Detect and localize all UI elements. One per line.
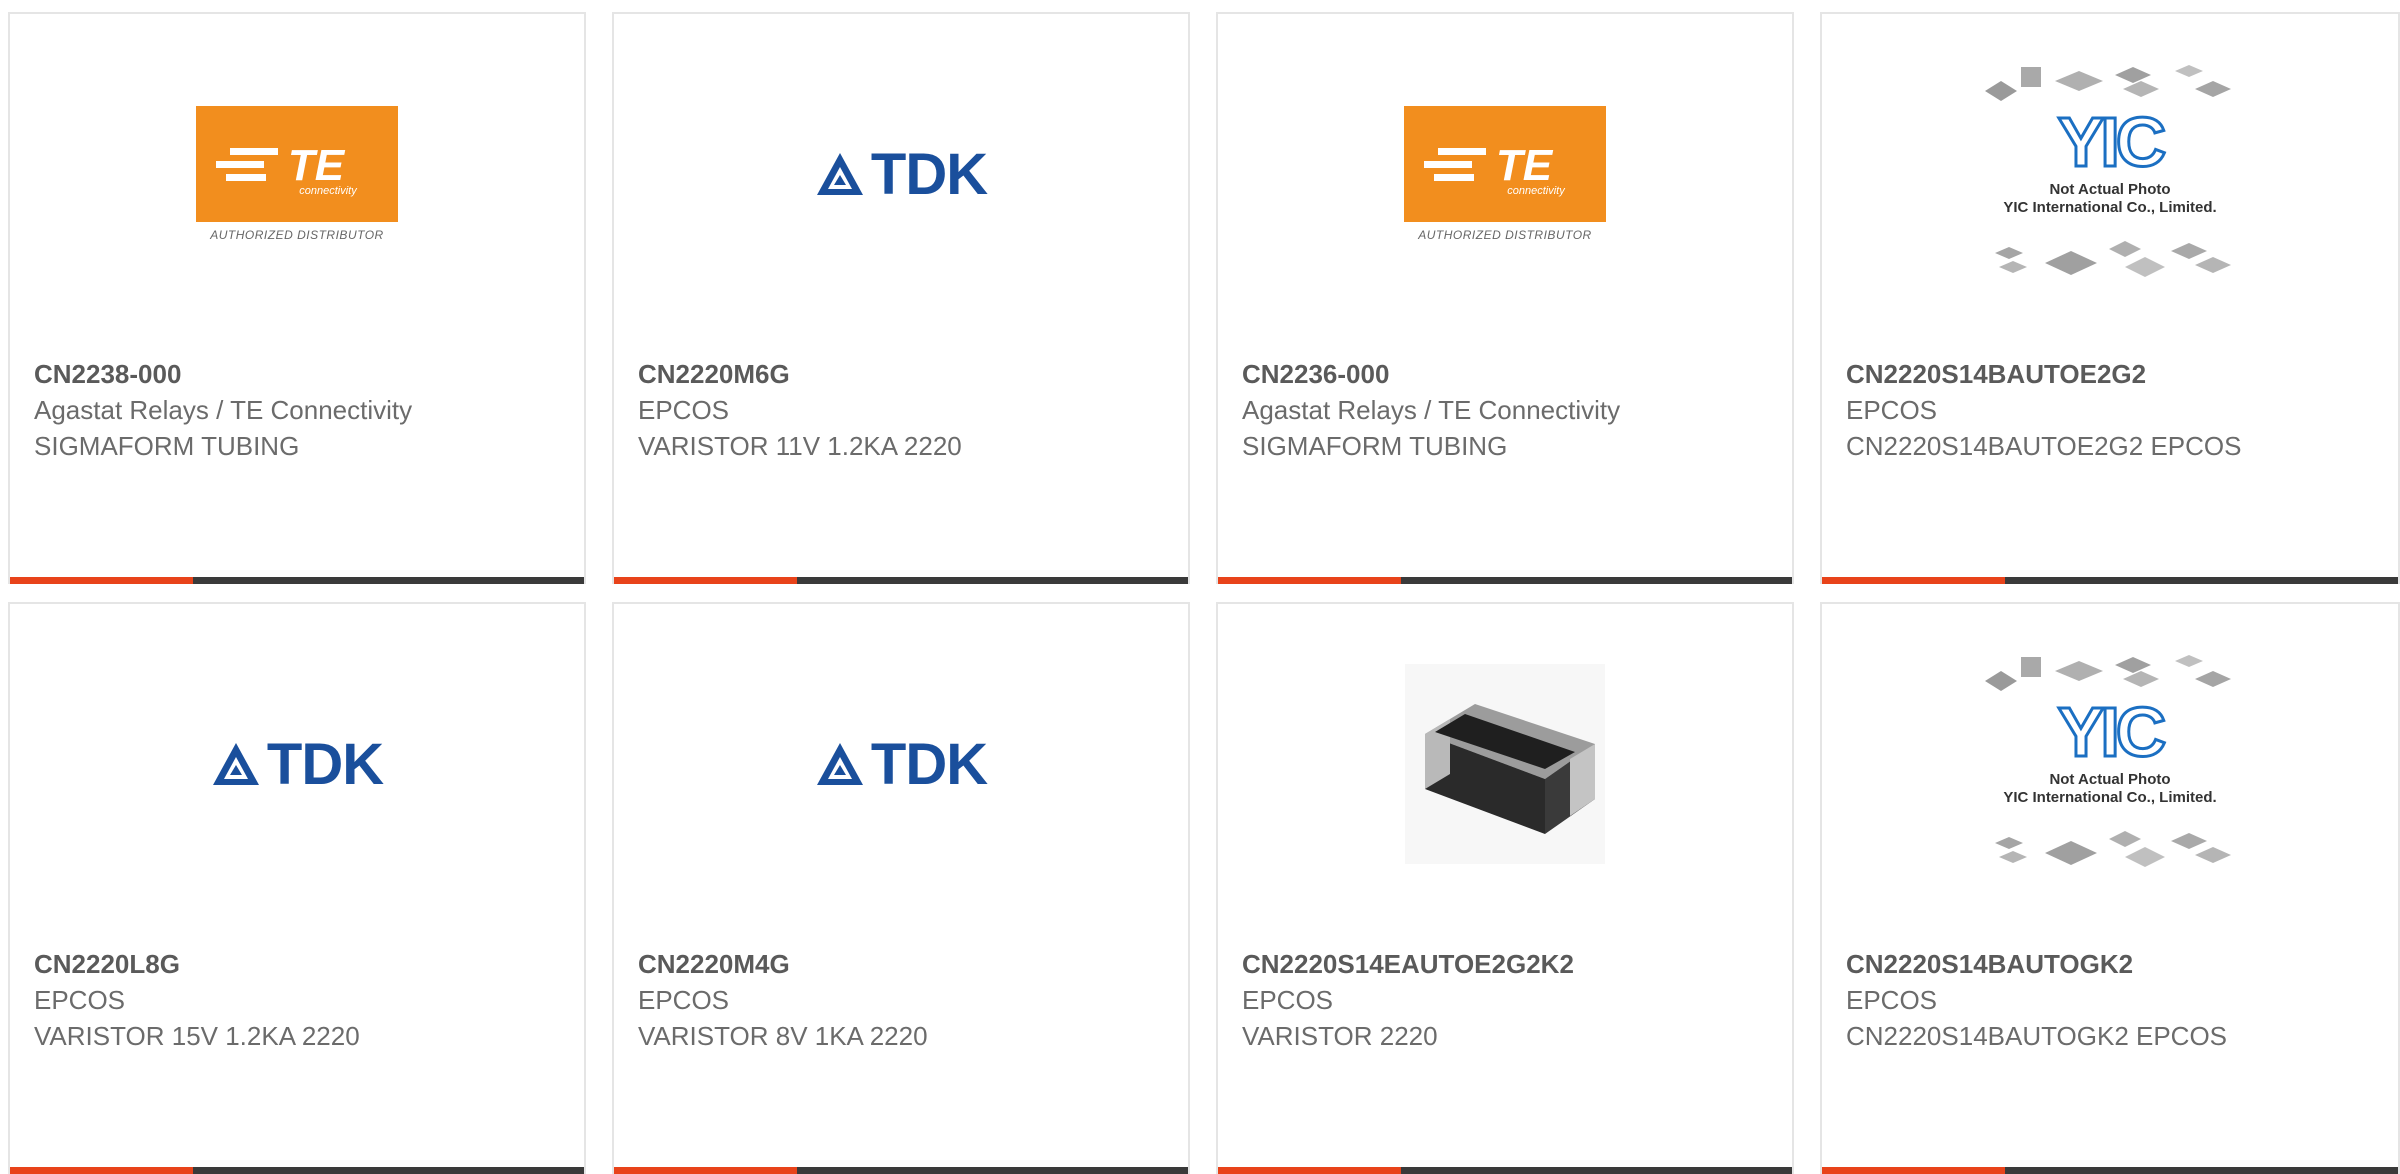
- tdk-brand-text: TDK: [266, 731, 384, 797]
- product-card[interactable]: TDK CN2220L8G EPCOS VARISTOR 15V 1.2KA 2…: [8, 602, 586, 1174]
- yic-company-label: YIC International Co., Limited.: [2003, 199, 2217, 216]
- product-card[interactable]: YIC Not Actual Photo YIC International C…: [1820, 12, 2400, 584]
- not-actual-photo-label: Not Actual Photo: [2049, 771, 2171, 788]
- product-image[interactable]: TDK: [614, 684, 1188, 924]
- yic-logo-text: YIC: [2056, 693, 2168, 771]
- card-accent-bar: [10, 1167, 193, 1174]
- product-card[interactable]: TE connectivity AUTHORIZED DISTRIBUTOR C…: [1216, 12, 1794, 584]
- description: VARISTOR 8V 1KA 2220: [638, 1021, 928, 1051]
- product-grid: TE connectivity AUTHORIZED DISTRIBUTOR C…: [0, 0, 2400, 1174]
- description: VARISTOR 15V 1.2KA 2220: [34, 1021, 360, 1051]
- part-number[interactable]: CN2220S14EAUTOE2G2K2: [1242, 946, 1772, 982]
- part-number[interactable]: CN2236-000: [1242, 356, 1772, 392]
- card-bottom-bar: [1218, 577, 1792, 584]
- manufacturer: EPCOS: [638, 985, 730, 1015]
- yic-placeholder-image: YIC Not Actual Photo YIC International C…: [1975, 643, 2245, 893]
- product-card[interactable]: YIC Not Actual Photo YIC International C…: [1820, 602, 2400, 1174]
- product-image[interactable]: TE connectivity AUTHORIZED DISTRIBUTOR: [1218, 94, 1792, 334]
- product-card[interactable]: TDK CN2220M6G EPCOS VARISTOR 11V 1.2KA 2…: [612, 12, 1190, 584]
- tdk-emblem-icon: [816, 153, 863, 195]
- product-image[interactable]: TDK: [10, 684, 584, 924]
- tdk-brand-text: TDK: [870, 141, 988, 207]
- part-number[interactable]: CN2220M6G: [638, 356, 1168, 392]
- card-accent-bar: [1822, 577, 2005, 584]
- product-image[interactable]: TDK: [614, 94, 1188, 334]
- card-bottom-bar: [1218, 1167, 1792, 1174]
- card-bottom-bar: [1822, 1167, 2398, 1174]
- tdk-brand-text: TDK: [870, 731, 988, 797]
- manufacturer: EPCOS: [1846, 985, 1938, 1015]
- te-sub-text: connectivity: [299, 185, 358, 197]
- te-connectivity-logo: TE connectivity AUTHORIZED DISTRIBUTOR: [1404, 106, 1606, 242]
- not-actual-photo-label: Not Actual Photo: [2049, 181, 2171, 198]
- card-bottom-bar: [614, 577, 1188, 584]
- manufacturer: Agastat Relays / TE Connectivity: [34, 395, 413, 425]
- tdk-logo: TDK: [815, 141, 988, 208]
- te-brand-text: TE: [1496, 141, 1554, 190]
- manufacturer: EPCOS: [34, 985, 126, 1015]
- product-image[interactable]: [1218, 664, 1792, 924]
- part-number[interactable]: CN2220L8G: [34, 946, 564, 982]
- product-image[interactable]: YIC Not Actual Photo YIC International C…: [1822, 65, 2398, 334]
- card-accent-bar: [614, 1167, 797, 1174]
- card-accent-bar: [1218, 577, 1401, 584]
- card-accent-bar: [614, 577, 797, 584]
- tdk-logo: TDK: [815, 731, 988, 798]
- manufacturer: Agastat Relays / TE Connectivity: [1242, 395, 1621, 425]
- card-accent-bar: [10, 577, 193, 584]
- card-bottom-bar: [10, 577, 584, 584]
- te-brand-text: TE: [288, 141, 346, 190]
- product-image[interactable]: YIC Not Actual Photo YIC International C…: [1822, 655, 2398, 924]
- manufacturer: EPCOS: [1242, 985, 1334, 1015]
- description: VARISTOR 2220: [1242, 1021, 1438, 1051]
- logo-caption: AUTHORIZED DISTRIBUTOR: [210, 228, 384, 242]
- manufacturer: EPCOS: [638, 395, 730, 425]
- product-card[interactable]: TE connectivity AUTHORIZED DISTRIBUTOR C…: [8, 12, 586, 584]
- tdk-emblem-icon: [212, 743, 259, 785]
- description: SIGMAFORM TUBING: [34, 431, 300, 461]
- yic-logo-text: YIC: [2056, 103, 2168, 181]
- logo-caption: AUTHORIZED DISTRIBUTOR: [1418, 228, 1592, 242]
- part-number[interactable]: CN2220M4G: [638, 946, 1168, 982]
- card-bottom-bar: [10, 1167, 584, 1174]
- te-connectivity-logo: TE connectivity AUTHORIZED DISTRIBUTOR: [196, 106, 398, 242]
- card-accent-bar: [1218, 1167, 1401, 1174]
- yic-company-label: YIC International Co., Limited.: [2003, 789, 2217, 806]
- product-card[interactable]: TDK CN2220M4G EPCOS VARISTOR 8V 1KA 2220: [612, 602, 1190, 1174]
- description: SIGMAFORM TUBING: [1242, 431, 1508, 461]
- manufacturer: EPCOS: [1846, 395, 1938, 425]
- card-accent-bar: [1822, 1167, 2005, 1174]
- chip-component-icon: [1405, 664, 1605, 864]
- description: VARISTOR 11V 1.2KA 2220: [638, 431, 962, 461]
- part-number[interactable]: CN2238-000: [34, 356, 564, 392]
- product-image[interactable]: TE connectivity AUTHORIZED DISTRIBUTOR: [10, 94, 584, 334]
- tdk-emblem-icon: [816, 743, 863, 785]
- varistor-chip-photo: [1405, 664, 1605, 869]
- tdk-logo: TDK: [211, 731, 384, 798]
- part-number[interactable]: CN2220S14BAUTOGK2: [1846, 946, 2378, 982]
- description: CN2220S14BAUTOGK2 EPCOS: [1846, 1021, 2228, 1051]
- description: CN2220S14BAUTOE2G2 EPCOS: [1846, 431, 2242, 461]
- yic-placeholder-image: YIC Not Actual Photo YIC International C…: [1975, 53, 2245, 303]
- part-number[interactable]: CN2220S14BAUTOE2G2: [1846, 356, 2378, 392]
- te-sub-text: connectivity: [1507, 185, 1566, 197]
- product-card[interactable]: CN2220S14EAUTOE2G2K2 EPCOS VARISTOR 2220: [1216, 602, 1794, 1174]
- card-bottom-bar: [1822, 577, 2398, 584]
- card-bottom-bar: [614, 1167, 1188, 1174]
